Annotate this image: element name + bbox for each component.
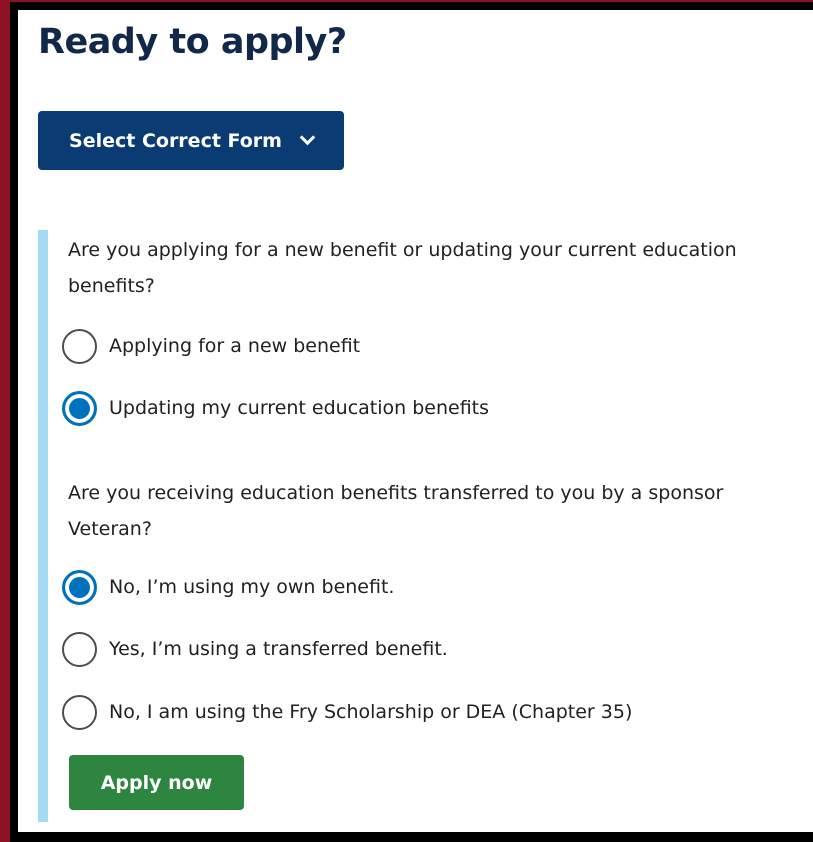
question-transferred-benefits: Are you receiving education benefits tra… [68,482,724,540]
content-panel: Ready to apply? Select Correct Form Are … [18,10,813,832]
chevron-down-icon [299,129,316,146]
radio-button-checked[interactable] [62,569,97,605]
radio-button-unchecked[interactable] [62,694,97,730]
radio-option-update-benefits[interactable]: Updating my current education benefits [62,388,489,428]
select-correct-form-button[interactable]: Select Correct Form [38,111,344,170]
radio-option-new-benefit[interactable]: Applying for a new benefit [62,326,360,366]
radio-button-unchecked[interactable] [62,631,97,667]
eligibility-wizard: Are you applying for a new benefit or up… [38,230,808,822]
radio-option-transferred-benefit[interactable]: Yes, I’m using a transferred benefit. [62,629,448,669]
radio-label: No, I am using the Fry Scholarship or DE… [109,701,633,723]
radio-label: No, I’m using my own benefit. [109,576,395,598]
question-new-or-update: Are you applying for a new benefit or up… [68,239,737,297]
radio-label: Applying for a new benefit [109,335,361,357]
radio-option-own-benefit[interactable]: No, I’m using my own benefit. [62,567,394,607]
radio-label: Yes, I’m using a transferred benefit. [109,638,448,660]
radio-button-unchecked[interactable] [62,328,97,364]
radio-button-checked[interactable] [62,390,97,426]
select-form-label: Select Correct Form [69,129,282,152]
apply-now-button[interactable]: Apply now [69,755,244,810]
page-title: Ready to apply? [38,22,347,62]
radio-label: Updating my current education benefits [109,397,490,419]
radio-option-fry-dea[interactable]: No, I am using the Fry Scholarship or DE… [62,692,632,732]
